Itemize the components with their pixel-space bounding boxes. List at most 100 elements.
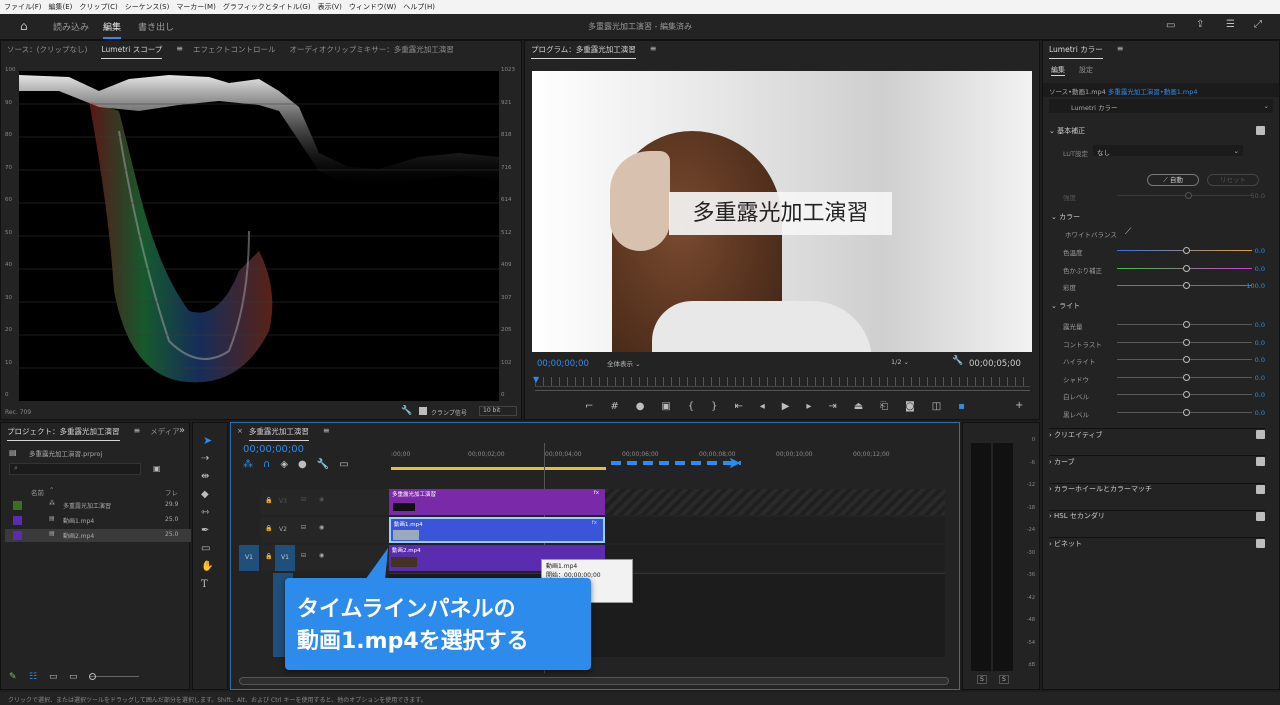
safe-margin-icon[interactable]: ▣ — [661, 401, 670, 415]
lut-select[interactable]: なし ⌄ — [1093, 145, 1243, 157]
track-v3-label[interactable]: V3 — [279, 498, 291, 508]
razor-icon[interactable]: ◆ — [201, 489, 209, 501]
basic-checkbox[interactable] — [1256, 126, 1265, 135]
clip-title-v3[interactable]: 多重露光加工演習 fx — [389, 489, 605, 515]
project-tab[interactable]: プロジェクト：多重露光加工演習 — [7, 426, 120, 441]
lock-v2-icon[interactable]: 🔒 — [265, 525, 277, 535]
mark-out-icon[interactable]: # — [610, 401, 618, 415]
zoom-slider[interactable] — [89, 676, 139, 677]
mark-in-icon[interactable]: ⌐ — [585, 401, 593, 415]
color-slider-1[interactable]: 色かぶり補正 0.0 — [1057, 264, 1265, 275]
menu-item-3[interactable]: シーケンス(S) — [125, 2, 170, 12]
lumetri-section-4[interactable]: › ビネット — [1049, 537, 1265, 549]
new-bin-icon[interactable]: ▣ — [153, 463, 161, 475]
lumetri-section-3[interactable]: › HSL セカンダリ — [1049, 509, 1265, 522]
lumetri-section-2[interactable]: › カラーホイールとカラーマッチ — [1049, 482, 1265, 495]
clip-video1-v2[interactable]: 動画1.mp4 fx — [389, 517, 605, 543]
vertical-scroll[interactable] — [947, 475, 951, 685]
wrench-icon[interactable]: 🔧 — [401, 405, 412, 417]
eyedropper-icon[interactable]: ⟋ — [1125, 226, 1131, 238]
work-area-bar[interactable] — [391, 467, 606, 470]
lumetri-section-0[interactable]: › クリエイティブ — [1049, 428, 1265, 440]
project-item[interactable]: ⁂ 多重露光加工演習 29.9 — [5, 499, 191, 512]
menu-item-0[interactable]: ファイル(F) — [4, 2, 42, 12]
slider-value[interactable]: 100.0 — [1246, 282, 1265, 290]
track-v1-label[interactable]: V1 — [275, 545, 295, 571]
section-checkbox[interactable] — [1256, 539, 1265, 549]
tab-menu-icon[interactable]: ≡ — [176, 43, 183, 55]
timeline-timecode[interactable]: 00;00;00;00 — [243, 444, 304, 455]
menu-item-7[interactable]: ウィンドウ(W) — [349, 2, 396, 12]
slider-knob[interactable] — [1183, 247, 1190, 254]
program-ruler[interactable] — [535, 377, 1030, 387]
timeline-tab[interactable]: 多重露光加工演習 — [248, 426, 309, 441]
light-slider-3[interactable]: シャドウ 0.0 — [1057, 373, 1265, 384]
panel-icon[interactable]: ▭ — [1166, 20, 1175, 32]
section-basic[interactable]: ⌄ 基本補正 — [1049, 125, 1265, 137]
reset-button[interactable]: リセット — [1207, 174, 1259, 186]
light-slider-1[interactable]: コントラスト 0.0 — [1057, 338, 1265, 349]
type-tool-icon[interactable]: T — [201, 579, 208, 591]
slider-knob[interactable] — [1183, 373, 1190, 381]
lumetri-title[interactable]: Lumetri カラー — [1049, 44, 1103, 59]
play-icon[interactable]: ▶ — [782, 401, 790, 415]
list-view-icon[interactable]: ☷ — [29, 671, 37, 683]
slider-knob[interactable] — [1183, 282, 1190, 289]
media-tab[interactable]: メディア — [150, 426, 179, 437]
color-slider-2[interactable]: 彩度 100.0 — [1057, 281, 1265, 292]
slider-value[interactable]: 0.0 — [1255, 409, 1265, 417]
extract-icon[interactable]: ⎗ — [880, 401, 888, 415]
project-search-input[interactable]: ⌕ — [9, 463, 141, 475]
section-checkbox[interactable] — [1256, 430, 1265, 439]
lumetri-fx-select[interactable]: Lumetri カラー ⌄ — [1049, 99, 1273, 113]
intensity-slider[interactable]: 強度 50.0 — [1057, 191, 1265, 202]
lock-v3-icon[interactable]: 🔒 — [265, 497, 277, 507]
pencil-icon[interactable]: ✎ — [9, 671, 17, 683]
eye-v1-icon[interactable]: ◉ — [319, 552, 331, 562]
section-checkbox[interactable] — [1256, 457, 1265, 467]
menu-item-6[interactable]: 表示(V) — [318, 2, 342, 12]
slider-knob[interactable] — [1183, 408, 1190, 416]
project-item[interactable]: ▤ 動画2.mp4 25.0 — [5, 529, 191, 542]
source-tab-1[interactable]: Lumetri スコープ — [101, 44, 162, 59]
selection-tool-icon[interactable]: ➤ — [203, 435, 212, 447]
sync-v2-icon[interactable]: ⊟ — [301, 524, 313, 534]
add-button-icon[interactable]: + — [1015, 400, 1023, 412]
nest-icon[interactable]: ⁂ — [243, 459, 253, 471]
marker-icon[interactable]: ● — [636, 401, 645, 415]
program-title[interactable]: プログラム：多重露光加工演習 — [531, 44, 636, 59]
project-item[interactable]: ▤ 動画1.mp4 25.0 — [5, 514, 191, 527]
title-overlay[interactable]: 多重露光加工演習 — [669, 192, 892, 235]
fullscreen-icon[interactable]: ⤢ — [1254, 19, 1262, 31]
video-preview[interactable]: 多重露光加工演習 — [532, 71, 1032, 352]
lumetri-tab-edit[interactable]: 編集 — [1051, 65, 1065, 76]
lumetri-section-1[interactable]: › カーブ — [1049, 455, 1265, 467]
color-slider-0[interactable]: 色温度 0.0 — [1057, 246, 1265, 257]
slider-knob[interactable] — [1183, 321, 1190, 328]
step-back-far-icon[interactable]: ⇤ — [734, 401, 742, 415]
track-v2-label[interactable]: V2 — [279, 526, 291, 536]
share-icon[interactable]: ⇪ — [1196, 19, 1204, 31]
step-forward-icon[interactable]: ▸ — [806, 401, 811, 415]
light-slider-5[interactable]: 黒レベル 0.0 — [1057, 408, 1265, 419]
sync-v3-icon[interactable]: ⊟ — [301, 496, 313, 506]
light-slider-2[interactable]: ハイライト 0.0 — [1057, 355, 1265, 366]
freeform-view-icon[interactable]: ▭ — [69, 671, 78, 683]
fit-select[interactable]: 全体表示 ⌄ — [607, 358, 662, 368]
camera-icon[interactable]: ◙ — [905, 401, 915, 415]
settings-wrench-icon[interactable]: 🔧 — [317, 459, 329, 471]
slider-value[interactable]: 0.0 — [1255, 374, 1265, 382]
zoom-bar[interactable] — [535, 390, 1030, 391]
resolution-select[interactable]: 1/2 ⌄ — [891, 358, 943, 368]
playhead-icon[interactable]: ▼ — [533, 375, 539, 384]
caption-icon[interactable]: ▭ — [339, 459, 348, 471]
icon-view-icon[interactable]: ▭ — [49, 671, 58, 683]
slider-value[interactable]: 0.0 — [1255, 339, 1265, 347]
source-tab-0[interactable]: ソース：(クリップなし) — [7, 44, 87, 55]
track-select-icon[interactable]: ⇢ — [201, 453, 209, 465]
hand-icon[interactable]: ✋ — [201, 561, 213, 573]
settings-icon[interactable]: ☰ — [1226, 19, 1235, 31]
horizontal-scroll[interactable] — [239, 677, 949, 685]
linked-select-icon[interactable]: ◈ — [280, 459, 288, 471]
wrench-icon-program[interactable]: 🔧 — [952, 355, 963, 367]
